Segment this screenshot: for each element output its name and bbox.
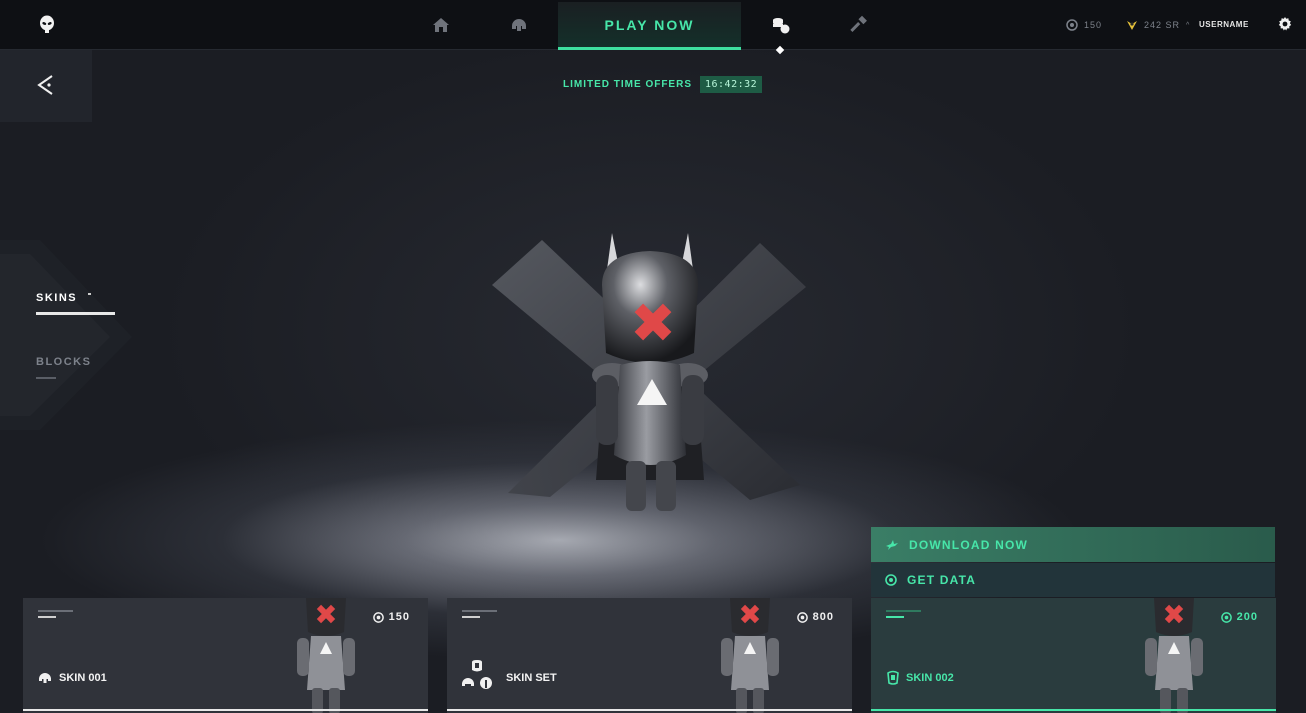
rank-display[interactable]: 242 SR ^ (1126, 19, 1190, 31)
download-now-label: DOWNLOAD NOW (909, 537, 1029, 552)
skin-figure-thumbnail (721, 598, 779, 713)
card-decoration (886, 616, 904, 618)
offers-timer: 16:42:32 (700, 76, 763, 93)
play-now-label: PLAY NOW (604, 16, 695, 33)
menu-blocks-underline (36, 377, 56, 379)
card-name: SKIN SET (506, 672, 557, 684)
card-underline (23, 709, 428, 711)
skin-figure-thumbnail (297, 598, 355, 713)
card-price-value: 200 (1236, 611, 1258, 623)
username-label[interactable]: USERNAME (1199, 20, 1249, 29)
hero-character-preview (492, 233, 806, 511)
get-data-button[interactable]: GET DATA (871, 563, 1275, 597)
rank-icon (1127, 21, 1137, 30)
card-underline (447, 709, 852, 711)
skin-card[interactable]: 800 SKIN SET (447, 598, 852, 713)
card-decoration (38, 610, 73, 612)
coin-icon (796, 611, 808, 623)
card-price: 150 (372, 611, 410, 623)
card-name: SKIN 001 (59, 672, 107, 684)
chevron-up-icon: ^ (1186, 21, 1191, 29)
menu-indicator-dot (88, 293, 91, 295)
back-arrow-icon (37, 75, 53, 95)
active-nav-indicator (775, 45, 785, 55)
target-icon (885, 574, 897, 586)
helmet-icon (39, 673, 51, 683)
gear-icon[interactable] (1277, 16, 1293, 32)
menu-skins-underline (36, 312, 115, 315)
card-underline (871, 709, 1276, 711)
skin-figure-thumbnail (1145, 598, 1203, 713)
back-button[interactable] (0, 50, 92, 122)
currency-display: 150 (1066, 19, 1102, 31)
card-name: SKIN 002 (906, 672, 954, 684)
side-menu-chevrons (0, 240, 132, 430)
rank-value: 242 SR (1144, 20, 1181, 30)
get-data-label: GET DATA (907, 573, 977, 587)
skin-card[interactable]: 150 SKIN 001 (23, 598, 428, 713)
limited-time-offers: LIMITED TIME OFFERS 16:42:32 (563, 76, 763, 93)
card-price: 200 (1220, 611, 1258, 623)
hammer-icon[interactable] (848, 14, 870, 36)
home-icon[interactable] (430, 14, 452, 36)
top-navigation-bar: PLAY NOW 150 242 SR ^ USERNAME (0, 0, 1306, 55)
card-price-value: 800 (812, 611, 834, 623)
play-now-button[interactable]: PLAY NOW (558, 2, 741, 50)
card-price: 800 (796, 611, 834, 623)
skin-set-icon (462, 660, 492, 689)
skin-card[interactable]: 200 SKIN 002 (871, 598, 1276, 713)
mask-icon (887, 670, 899, 685)
menu-item-blocks[interactable]: BLOCKS (36, 356, 91, 368)
currency-value: 150 (1084, 20, 1103, 30)
card-decoration (462, 610, 497, 612)
menu-item-skins[interactable]: SKINS (36, 292, 77, 304)
bird-icon (886, 539, 898, 550)
card-decoration (38, 616, 56, 618)
offers-label: LIMITED TIME OFFERS (563, 79, 692, 90)
coin-icon (1220, 611, 1232, 623)
coin-icon (372, 611, 384, 623)
helmet-icon[interactable] (508, 14, 530, 36)
coins-icon[interactable] (770, 14, 792, 36)
card-decoration (886, 610, 921, 612)
alien-logo-icon[interactable] (36, 14, 58, 36)
coin-icon (1066, 19, 1078, 31)
card-decoration (462, 616, 480, 618)
download-now-button[interactable]: DOWNLOAD NOW (871, 527, 1275, 562)
card-price-value: 150 (388, 611, 410, 623)
